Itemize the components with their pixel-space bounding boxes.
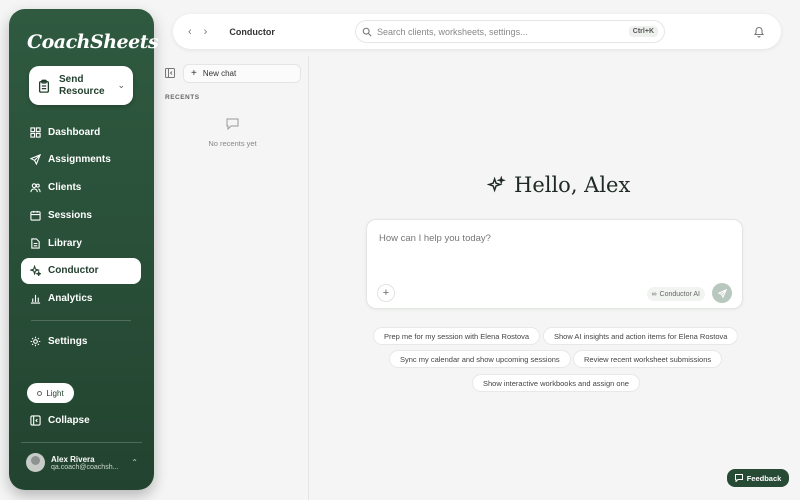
sidebar-item-label: Dashboard xyxy=(48,126,101,138)
back-arrow-icon[interactable]: ‹ xyxy=(188,26,192,38)
send-icon xyxy=(30,154,41,166)
chevron-up-icon: ⌃ xyxy=(131,458,138,467)
search-input[interactable]: Search clients, worksheets, settings... … xyxy=(355,20,665,43)
recents-panel: + New chat RECENTS No recents yet xyxy=(156,56,309,500)
app-logo[interactable]: CoachSheets xyxy=(27,31,159,53)
search-icon xyxy=(362,27,372,37)
composer-placeholder: How can I help you today? xyxy=(379,233,491,244)
send-button[interactable] xyxy=(712,283,732,303)
recents-empty-state: No recents yet xyxy=(156,118,309,148)
recents-title: RECENTS xyxy=(165,94,200,101)
sidebar-item-label: Sessions xyxy=(48,209,92,221)
send-resource-label: Send Resource xyxy=(59,73,105,97)
clipboard-icon xyxy=(38,79,50,93)
sidebar-item-label: Conductor xyxy=(48,265,99,277)
forward-arrow-icon[interactable]: › xyxy=(204,26,208,38)
shortcut-badge: Ctrl+K xyxy=(628,26,658,37)
chat-bubble-icon xyxy=(226,118,239,130)
suggestion-chip[interactable]: Prep me for my session with Elena Rostov… xyxy=(373,327,541,345)
sidebar-divider xyxy=(21,442,142,443)
greeting-text: Hello, Alex xyxy=(514,173,631,197)
gear-icon xyxy=(30,337,41,347)
bar-chart-icon xyxy=(30,295,41,304)
greeting: Hello, Alex xyxy=(487,173,630,197)
suggestion-chip[interactable]: Sync my calendar and show upcoming sessi… xyxy=(389,350,571,368)
collapse-icon xyxy=(30,415,41,426)
empty-text: No recents yet xyxy=(208,139,257,148)
sidebar-item-label: Settings xyxy=(48,336,88,348)
link-icon: ∞ xyxy=(651,290,657,298)
feedback-label: Feedback xyxy=(746,473,782,483)
avatar xyxy=(26,453,45,472)
sidebar-item-assignments[interactable]: Assignments xyxy=(21,147,141,173)
attach-button[interactable]: + xyxy=(377,284,395,302)
bell-icon[interactable] xyxy=(753,25,765,38)
top-bar: ‹ › Conductor Search clients, worksheets… xyxy=(173,14,781,49)
sidebar-item-label: Library xyxy=(48,237,82,249)
collapse-button[interactable]: Collapse xyxy=(30,415,90,426)
theme-toggle[interactable]: Light xyxy=(27,383,74,403)
users-icon xyxy=(30,183,41,193)
new-chat-button[interactable]: + New chat xyxy=(183,64,301,83)
user-name: Alex Rivera xyxy=(51,454,95,464)
chat-composer[interactable]: How can I help you today? + ∞ Conductor … xyxy=(366,219,743,309)
sidebar-item-dashboard[interactable]: Dashboard xyxy=(21,119,141,145)
sidebar-item-sessions[interactable]: Sessions xyxy=(21,202,141,228)
chevron-down-icon: ⌄ xyxy=(117,80,125,90)
new-chat-label: New chat xyxy=(202,69,237,78)
send-resource-button[interactable]: Send Resource ⌄ xyxy=(29,66,133,105)
feedback-button[interactable]: Feedback xyxy=(727,469,789,487)
sparkles-icon xyxy=(30,265,41,277)
chat-bubble-icon xyxy=(734,474,743,482)
sidebar-item-conductor[interactable]: Conductor xyxy=(21,257,141,284)
sidebar-item-settings[interactable]: Settings xyxy=(21,329,141,355)
plus-icon: + xyxy=(191,68,197,79)
sidebar-item-analytics[interactable]: Analytics xyxy=(21,286,141,312)
sidebar-item-clients[interactable]: Clients xyxy=(21,175,141,201)
sparkles-icon xyxy=(487,175,506,193)
sidebar-nav: Dashboard Assignments Clients Sessions L… xyxy=(21,119,141,357)
send-icon xyxy=(717,288,727,298)
sidebar-item-label: Clients xyxy=(48,182,82,194)
sidebar-divider xyxy=(31,319,131,321)
sidebar-item-library[interactable]: Library xyxy=(21,230,141,256)
sidebar: CoachSheets Send Resource ⌄ Dashboard As… xyxy=(9,9,159,490)
calendar-icon xyxy=(30,210,41,221)
search-placeholder: Search clients, worksheets, settings... xyxy=(377,26,528,37)
sidebar-toggle-icon[interactable] xyxy=(165,68,175,78)
sidebar-item-label: Analytics xyxy=(48,293,93,305)
theme-label: Light xyxy=(46,388,64,398)
suggestion-chip[interactable]: Review recent worksheet submissions xyxy=(573,350,723,368)
user-email: qa.coach@coachsh... xyxy=(51,463,119,471)
breadcrumb: Conductor xyxy=(229,26,275,37)
suggestion-chip[interactable]: Show interactive workbooks and assign on… xyxy=(472,374,640,392)
ai-badge-label: Conductor AI xyxy=(659,290,700,298)
user-menu[interactable]: Alex Rivera qa.coach@coachsh... ⌃ xyxy=(26,453,138,472)
collapse-label: Collapse xyxy=(48,415,90,426)
suggestion-chip[interactable]: Show AI insights and action items for El… xyxy=(543,327,739,345)
document-icon xyxy=(31,238,40,249)
sun-icon xyxy=(37,390,43,396)
dashboard-icon xyxy=(30,126,41,138)
sidebar-item-label: Assignments xyxy=(48,154,111,166)
ai-model-badge[interactable]: ∞ Conductor AI xyxy=(646,287,705,301)
